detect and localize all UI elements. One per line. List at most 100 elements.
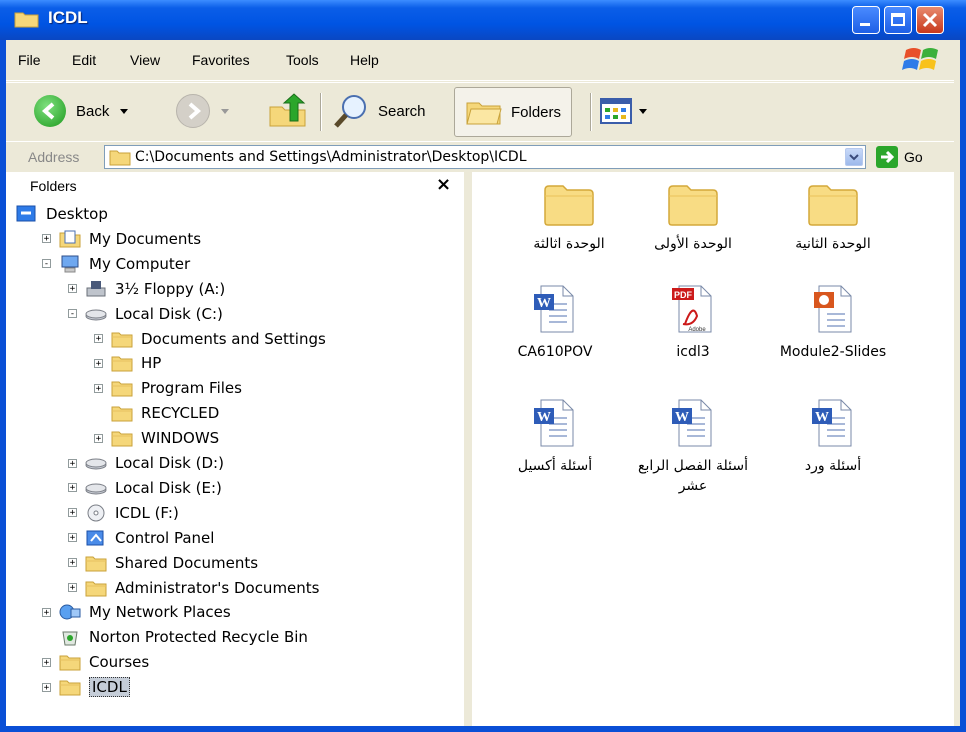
- tree-node[interactable]: + Local Disk (D:): [68, 451, 224, 475]
- folder-item[interactable]: الوحدة الأولى: [628, 182, 758, 254]
- file-item[interactable]: W أسئلة أكسيل: [490, 398, 620, 476]
- cd-icon: [85, 504, 107, 522]
- folder-icon: [85, 579, 107, 597]
- expand-toggle[interactable]: +: [42, 607, 51, 617]
- expand-toggle[interactable]: +: [94, 383, 103, 393]
- folder-icon: [109, 150, 131, 166]
- tree-node-label: Program Files: [141, 379, 242, 398]
- expand-toggle[interactable]: +: [94, 334, 103, 344]
- file-list-pane: الوحدة اثالثة الوحدة الأولى الوحدة الثانية…: [472, 172, 954, 726]
- chevron-down-icon[interactable]: [638, 107, 648, 115]
- expand-toggle[interactable]: +: [42, 682, 51, 692]
- tree-node[interactable]: Desktop: [16, 202, 108, 226]
- toolbar-separator: [320, 93, 322, 131]
- menu-view[interactable]: View: [130, 52, 160, 68]
- tree-node[interactable]: - Local Disk (C:): [68, 302, 223, 326]
- menu-tools[interactable]: Tools: [286, 52, 319, 68]
- folders-icon: [466, 102, 502, 125]
- go-button[interactable]: Go: [876, 144, 923, 170]
- close-icon: [922, 12, 938, 28]
- tree-node[interactable]: + Courses: [42, 650, 149, 674]
- go-label: Go: [904, 149, 923, 165]
- address-dropdown-button[interactable]: [845, 148, 863, 166]
- folders-button[interactable]: Folders: [454, 87, 573, 137]
- menu-help[interactable]: Help: [350, 52, 379, 68]
- forward-button[interactable]: [176, 91, 230, 131]
- folders-label: Folders: [511, 103, 562, 121]
- up-folder-button[interactable]: [268, 91, 308, 131]
- expand-toggle[interactable]: +: [68, 533, 77, 543]
- expand-toggle: [42, 633, 51, 642]
- tree-node-label: WINDOWS: [141, 429, 220, 448]
- file-item[interactable]: W CA610POV: [490, 284, 620, 362]
- views-button[interactable]: [600, 91, 648, 131]
- file-item[interactable]: W أسئلة ورد: [768, 398, 898, 476]
- expand-toggle[interactable]: +: [42, 234, 51, 244]
- close-button[interactable]: [916, 6, 944, 34]
- expand-toggle[interactable]: +: [68, 583, 77, 593]
- tree-node[interactable]: + ICDL: [42, 675, 130, 699]
- folder-icon: [59, 653, 81, 671]
- tree-node[interactable]: + Administrator's Documents: [68, 576, 320, 600]
- tree-node[interactable]: + Shared Documents: [68, 551, 258, 575]
- tree-node[interactable]: + Program Files: [94, 376, 242, 400]
- collapse-toggle[interactable]: -: [68, 309, 77, 319]
- powerpoint-icon: [768, 284, 898, 338]
- tree-node[interactable]: + Control Panel: [68, 526, 214, 550]
- tree-node-label: My Documents: [89, 229, 202, 248]
- expand-toggle[interactable]: +: [68, 284, 77, 294]
- address-input[interactable]: C:\Documents and Settings\Administrator\…: [104, 145, 866, 169]
- svg-text:W: W: [675, 410, 689, 425]
- expand-toggle[interactable]: +: [94, 433, 103, 443]
- file-item[interactable]: PDF Adobe icdl3: [628, 284, 758, 362]
- search-button[interactable]: Search: [332, 91, 426, 131]
- folders-pane-header: Folders ×: [6, 172, 464, 200]
- tree-node[interactable]: + My Network Places: [42, 600, 231, 624]
- maximize-button[interactable]: [884, 6, 912, 34]
- folder-icon: [111, 429, 133, 447]
- folder-icon: [768, 182, 898, 230]
- menu-file[interactable]: File: [18, 52, 41, 68]
- file-item[interactable]: W أسئلة الفصل الرابع عشر: [628, 398, 758, 496]
- folder-item[interactable]: الوحدة اثالثة: [504, 182, 634, 254]
- expand-toggle[interactable]: +: [94, 358, 103, 368]
- desktop-icon: [16, 205, 38, 223]
- menu-edit[interactable]: Edit: [72, 52, 96, 68]
- expand-toggle[interactable]: +: [68, 508, 77, 518]
- menu-favorites[interactable]: Favorites: [192, 52, 250, 68]
- expand-toggle[interactable]: +: [42, 657, 51, 667]
- close-pane-icon[interactable]: ×: [436, 174, 451, 195]
- folder-item[interactable]: الوحدة الثانية: [768, 182, 898, 254]
- word-icon: W: [490, 398, 620, 452]
- minimize-button[interactable]: [852, 6, 880, 34]
- tree-node[interactable]: RECYCLED: [94, 401, 219, 425]
- tree-node[interactable]: + WINDOWS: [94, 426, 219, 450]
- search-label: Search: [378, 102, 426, 120]
- back-button[interactable]: Back: [34, 91, 129, 131]
- tree-node[interactable]: +3½ Floppy (A:): [68, 277, 225, 301]
- chevron-down-icon[interactable]: [220, 107, 230, 115]
- expand-toggle[interactable]: +: [68, 458, 77, 468]
- title-bar[interactable]: ICDL: [0, 0, 966, 40]
- svg-text:W: W: [537, 296, 551, 311]
- file-item[interactable]: Module2-Slides: [768, 284, 898, 362]
- collapse-toggle[interactable]: -: [42, 259, 51, 269]
- tree-node[interactable]: Norton Protected Recycle Bin: [42, 625, 308, 649]
- tree-node[interactable]: + ICDL (F:): [68, 501, 179, 525]
- item-label: أسئلة ورد: [804, 458, 862, 474]
- tree-node-label: Documents and Settings: [141, 329, 326, 348]
- tree-node[interactable]: + Documents and Settings: [94, 327, 326, 351]
- folder-icon: [111, 404, 133, 422]
- floppy-icon: [85, 280, 107, 298]
- item-label: Module2-Slides: [779, 344, 887, 360]
- expand-toggle[interactable]: +: [68, 558, 77, 568]
- svg-text:Adobe: Adobe: [688, 327, 706, 333]
- tree-node[interactable]: + HP: [94, 351, 161, 375]
- tree-node[interactable]: + My Documents: [42, 227, 201, 251]
- tree-node[interactable]: + Local Disk (E:): [68, 476, 222, 500]
- chevron-down-icon[interactable]: [119, 107, 129, 115]
- tree-node[interactable]: - My Computer: [42, 252, 190, 276]
- disk-icon: [85, 454, 107, 472]
- disk-icon: [85, 305, 107, 323]
- expand-toggle[interactable]: +: [68, 483, 77, 493]
